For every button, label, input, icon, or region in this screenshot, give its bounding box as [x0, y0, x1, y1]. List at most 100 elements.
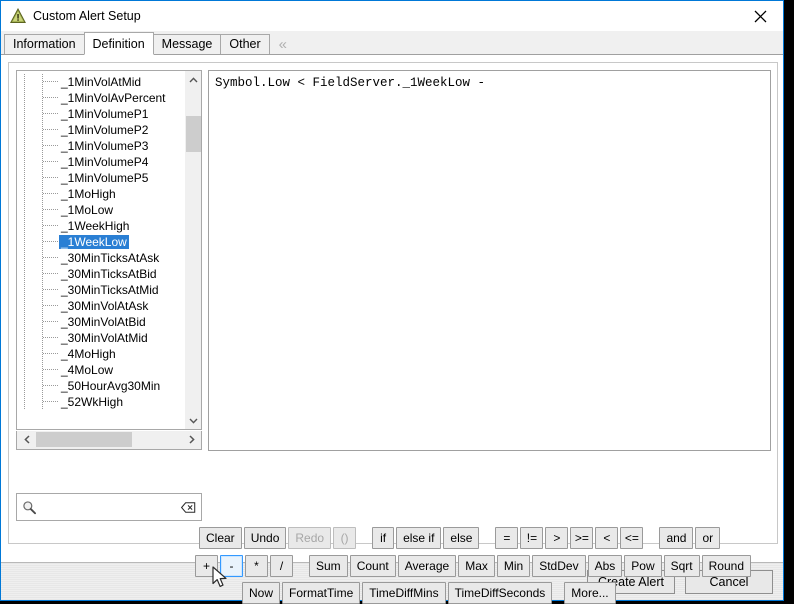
toolbar-button-[interactable]: /: [270, 555, 293, 577]
tree-item[interactable]: _30MinTicksAtMid: [17, 282, 184, 298]
toolbar-button-[interactable]: <=: [620, 527, 644, 549]
tree-item[interactable]: _1MinVolumeP4: [17, 154, 184, 170]
tree-item[interactable]: _1MoHigh: [17, 186, 184, 202]
search-box[interactable]: [16, 493, 202, 521]
tree-item-label: _1MinVolumeP5: [61, 171, 149, 185]
tree-item[interactable]: _4MoLow: [17, 362, 184, 378]
tree-item-label: _50HourAvg30Min: [61, 379, 161, 393]
expression-editor[interactable]: Symbol.Low < FieldServer._1WeekLow -: [208, 70, 771, 451]
close-icon: [754, 10, 767, 22]
tab-information[interactable]: Information: [4, 34, 85, 54]
toolbar-button-abs[interactable]: Abs: [587, 555, 623, 577]
toolbar-button-stddev[interactable]: StdDev: [532, 555, 586, 577]
tree-item-label: _1MinVolumeP3: [61, 139, 149, 153]
tree-indent-guides: [17, 346, 59, 362]
tree-horizontal-scrollbar[interactable]: [16, 431, 202, 450]
toolbar-button-if[interactable]: if: [372, 527, 395, 549]
toolbar-button-clear[interactable]: Clear: [199, 527, 242, 549]
chevron-up-icon[interactable]: [185, 71, 201, 88]
tab-message[interactable]: Message: [152, 34, 222, 54]
toolbar-button-count[interactable]: Count: [349, 555, 396, 577]
toolbar-button-[interactable]: <: [595, 527, 619, 549]
toolbar-button-round[interactable]: Round: [701, 555, 751, 577]
tree-item-label: _1MinVolAvPercent: [61, 91, 166, 105]
tree-item[interactable]: _1MoLow: [17, 202, 184, 218]
tree-indent-guides: [17, 170, 59, 186]
toolbar-button-and[interactable]: and: [659, 527, 694, 549]
backspace-clear-icon[interactable]: [181, 501, 196, 514]
toolbar-button-sum[interactable]: Sum: [309, 555, 348, 577]
tree-indent-guides: [17, 298, 59, 314]
tree-item-label: _1WeekHigh: [61, 219, 130, 233]
definition-panel: _1MinVolAtMid _1MinVolAvPercent _1MinVolum…: [8, 62, 778, 604]
toolbar-button-or[interactable]: or: [695, 527, 721, 549]
tree-indent-guides: [17, 90, 59, 106]
title-bar: Custom Alert Setup: [1, 0, 783, 31]
toolbar-button-[interactable]: *: [245, 555, 268, 577]
tree-item[interactable]: _4MoHigh: [17, 346, 184, 362]
tree-item[interactable]: _1MinVolAtMid: [17, 74, 184, 90]
chevron-left-icon[interactable]: [18, 431, 35, 448]
toolbar-button-: (): [333, 527, 357, 549]
tree-item[interactable]: _30MinVolAtMid: [17, 330, 184, 346]
toolbar-button-else[interactable]: else: [443, 527, 480, 549]
toolbar-button-min[interactable]: Min: [496, 555, 531, 577]
tree-item[interactable]: _30MinVolAtBid: [17, 314, 184, 330]
tree-indent-guides: [17, 106, 59, 122]
toolbar-button-else-if[interactable]: else if: [396, 527, 442, 549]
field-tree-list: _1MinVolAtMid _1MinVolAvPercent _1MinVolum…: [17, 74, 184, 429]
tree-scroll-thumb[interactable]: [186, 116, 201, 152]
custom-alert-setup-window: Custom Alert Setup Information Definitio…: [0, 0, 784, 604]
double-chevron-left-icon[interactable]: «: [279, 37, 287, 52]
toolbar-button-redo: Redo: [288, 527, 332, 549]
chevron-down-icon[interactable]: [185, 412, 201, 429]
tree-item-label: _4MoHigh: [61, 347, 116, 361]
chevron-right-icon[interactable]: [183, 431, 200, 448]
tree-item[interactable]: _52WkHigh: [17, 394, 184, 410]
operator-toolbar-row-2: + - * / Sum Count Average Max Min StdDev Abs Pow Sqr…: [194, 555, 752, 577]
tab-other[interactable]: Other: [220, 34, 270, 54]
tree-item[interactable]: _1MinVolumeP5: [17, 170, 184, 186]
close-button[interactable]: [738, 1, 783, 31]
tree-item[interactable]: _1MinVolAvPercent: [17, 90, 184, 106]
tree-vertical-scrollbar[interactable]: [184, 71, 201, 429]
tree-item-label: _30MinTicksAtBid: [61, 267, 157, 281]
toolbar-button-[interactable]: +: [195, 555, 218, 577]
tree-indent-guides: [17, 202, 59, 218]
toolbar-button-average[interactable]: Average: [397, 555, 457, 577]
operator-toolbar-row-1: Clear Undo Redo() if else if else = != > >= < <= and…: [198, 527, 721, 549]
tree-item-label: _1MinVolAtMid: [61, 75, 142, 89]
toolbar-button-[interactable]: !=: [520, 527, 544, 549]
warning-triangle-icon: [10, 8, 26, 23]
toolbar-button-[interactable]: -: [220, 555, 243, 577]
tree-indent-guides: [17, 74, 59, 90]
tree-item[interactable]: _1MinVolumeP2: [17, 122, 184, 138]
tree-indent-guides: [17, 282, 59, 298]
tree-item[interactable]: _30MinTicksAtAsk: [17, 250, 184, 266]
tree-item-label: _30MinVolAtMid: [61, 331, 148, 345]
tab-bar: Information Definition Message Other «: [1, 31, 783, 55]
tree-item[interactable]: _1MinVolumeP3: [17, 138, 184, 154]
tree-hscroll-thumb[interactable]: [36, 432, 132, 447]
toolbar-button-[interactable]: >: [545, 527, 569, 549]
toolbar-button-pow[interactable]: Pow: [624, 555, 662, 577]
tree-item-label: _1MoLow: [61, 203, 114, 217]
tree-item-label: _30MinVolAtBid: [61, 315, 146, 329]
toolbar-button-max[interactable]: Max: [458, 555, 495, 577]
tree-indent-guides: [17, 394, 59, 410]
tree-item[interactable]: _1WeekHigh: [17, 218, 184, 234]
toolbar-button-sqrt[interactable]: Sqrt: [663, 555, 700, 577]
tree-item-label: _4MoLow: [61, 363, 114, 377]
tree-item[interactable]: _1MinVolumeP1: [17, 106, 184, 122]
tree-item[interactable]: _1WeekLow: [17, 234, 184, 250]
tab-definition[interactable]: Definition: [83, 32, 154, 55]
tree-item[interactable]: _30MinTicksAtBid: [17, 266, 184, 282]
search-input[interactable]: [40, 499, 178, 515]
toolbar-button-[interactable]: >=: [570, 527, 594, 549]
tree-item[interactable]: _30MinVolAtAsk: [17, 298, 184, 314]
tree-item-label: _52WkHigh: [61, 395, 124, 409]
toolbar-button-undo[interactable]: Undo: [243, 527, 287, 549]
tree-item[interactable]: _50HourAvg30Min: [17, 378, 184, 394]
field-tree[interactable]: _1MinVolAtMid _1MinVolAvPercent _1MinVolum…: [16, 70, 202, 430]
toolbar-button-[interactable]: =: [495, 527, 519, 549]
